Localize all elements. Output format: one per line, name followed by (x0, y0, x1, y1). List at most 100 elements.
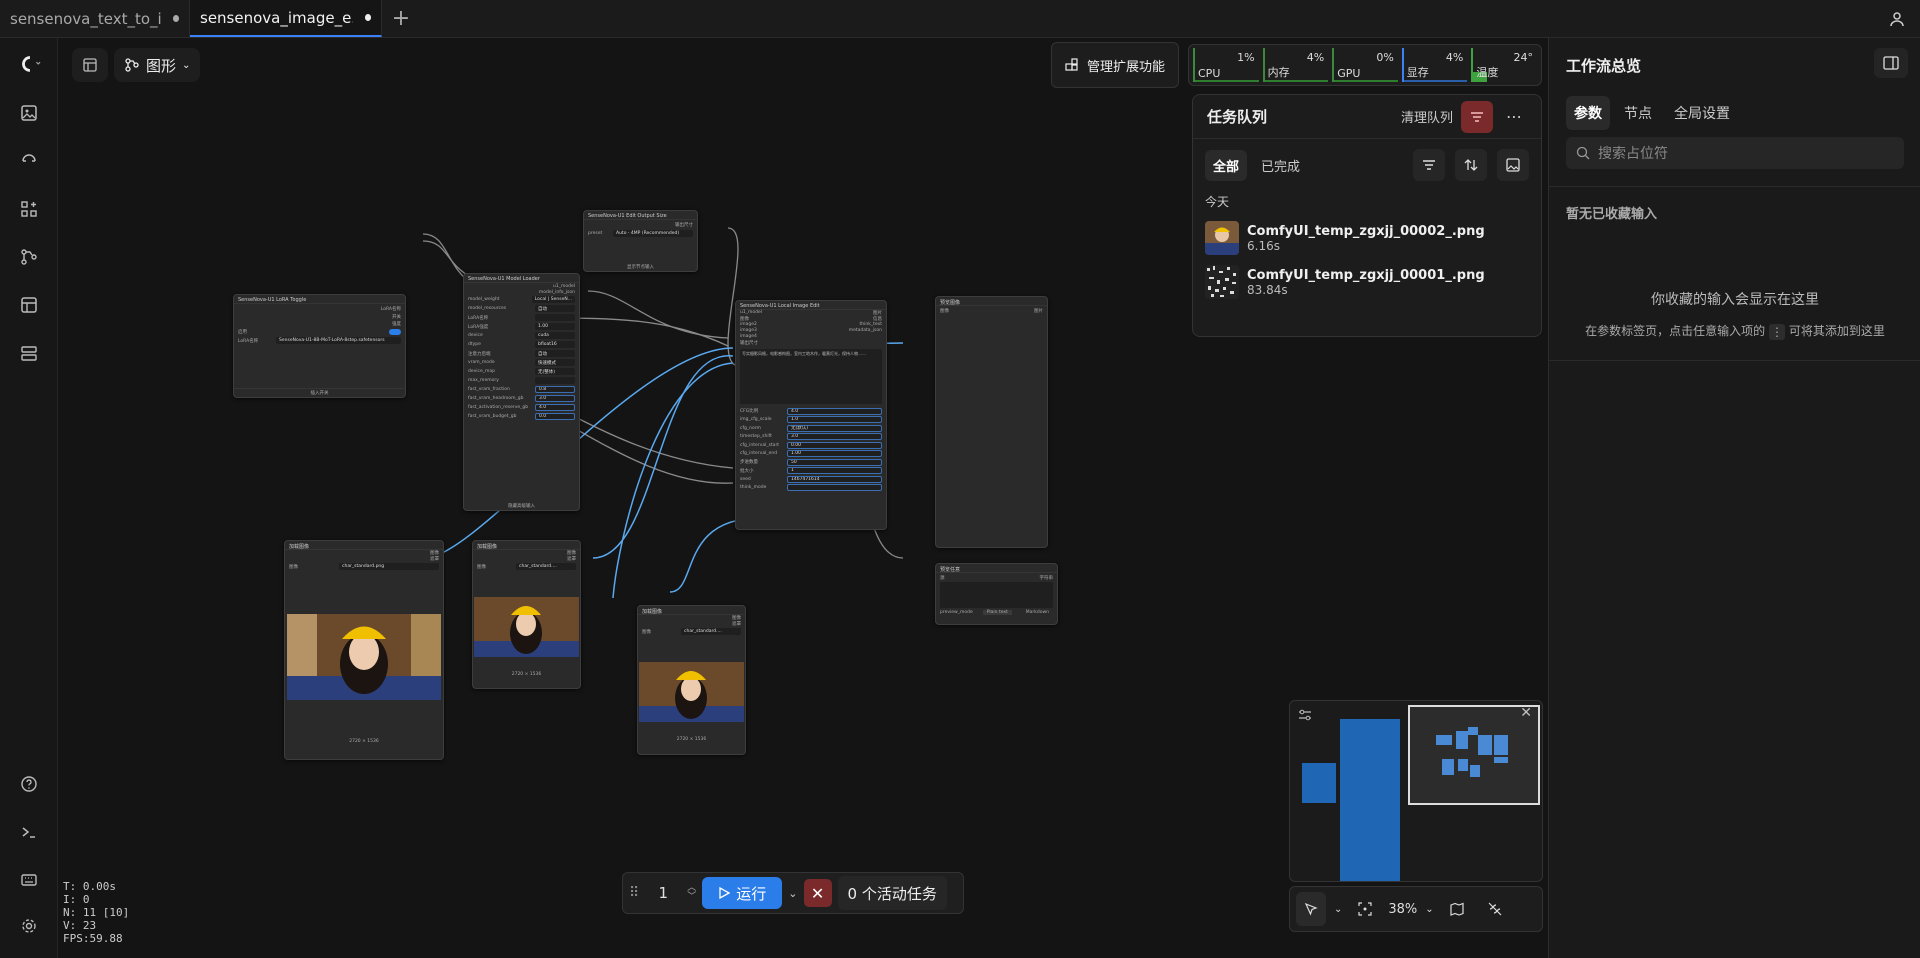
row-value[interactable]: 4.0 (535, 404, 575, 411)
tab-global-settings[interactable]: 全局设置 (1666, 96, 1738, 130)
more-options-icon[interactable]: ⋯ (1501, 107, 1527, 126)
row-value[interactable]: 0.00 (787, 441, 882, 449)
markdown-button[interactable]: Markdown (1022, 610, 1053, 615)
loader-param-row[interactable]: fast_vram_headroom_gb 3.0 (464, 394, 579, 403)
templates-icon[interactable] (17, 293, 41, 317)
terminal-icon[interactable] (17, 820, 41, 844)
node-load-image-3[interactable]: 加载图像 图像 遮罩 图像 char_standard.... 2720 × 15… (637, 605, 746, 755)
minimap-viewport[interactable] (1408, 705, 1540, 805)
filter-all-tab[interactable]: 全部 (1205, 149, 1248, 181)
row-value[interactable] (787, 484, 882, 492)
edit-param-row[interactable]: 步进数量 50 (736, 458, 886, 467)
minimap-settings-icon[interactable] (1298, 707, 1312, 726)
node-preview-any[interactable]: 预览任意 源 字符串 preview_mode Plain text Markdo… (935, 563, 1058, 625)
row-value[interactable]: 1.0 (787, 416, 882, 424)
apps-icon[interactable] (17, 341, 41, 365)
tab-workflow-2[interactable]: sensenova_image_e... (190, 0, 382, 37)
edit-param-row[interactable]: cfg_interval_start 0.00 (736, 441, 886, 450)
row-value[interactable] (535, 377, 575, 384)
clear-history-icon[interactable] (1461, 100, 1493, 133)
comfy-logo-icon[interactable] (17, 52, 41, 76)
edit-param-row[interactable]: 批大小 1 (736, 467, 886, 476)
node-footer[interactable]: 插入开关 (234, 388, 405, 397)
file-select-row[interactable]: 图像 char_standard.png (285, 562, 443, 571)
row-value[interactable]: 无(整体) (535, 368, 575, 375)
toggle-switch[interactable] (389, 328, 401, 335)
lora-select-row[interactable]: LoRA名称 SenseNova-U1-8B-MoT-LoRA-8step.saf… (234, 336, 405, 345)
gallery-icon[interactable] (1497, 149, 1529, 181)
images-icon[interactable] (17, 101, 41, 125)
run-options-chevron-icon[interactable]: ⌄ (788, 887, 797, 900)
enable-toggle-row[interactable]: 启用 (234, 327, 405, 336)
run-button[interactable]: 运行 (702, 877, 783, 909)
row-value[interactable]: 3.0 (535, 395, 575, 402)
sidebar-collapse-icon[interactable] (1874, 48, 1908, 78)
tab-workflow-1[interactable]: sensenova_text_to_i... (0, 0, 190, 37)
settings-gear-icon[interactable] (17, 914, 41, 938)
loader-param-row[interactable]: device cuda (464, 331, 579, 340)
node-load-image-1[interactable]: 加载图像 图像 遮罩 图像 char_standard.png 2720 × 15… (284, 540, 444, 760)
node-footer[interactable]: 隐藏高级输入 (464, 501, 579, 510)
sort-icon[interactable] (1455, 149, 1487, 181)
fit-view-icon[interactable] (1350, 892, 1380, 926)
graph-mode-button[interactable]: 图形 ⌄ (114, 48, 201, 82)
minimap[interactable]: ✕ (1289, 700, 1543, 882)
graph-canvas[interactable]: 图形 ⌄ 管理扩展功能 1% CPU 4% 内存 0% GPU 4% 显存 24° 温度 … (58, 38, 1548, 958)
edit-param-row[interactable]: cfg_interval_end 1.00 (736, 450, 886, 459)
row-value[interactable]: Local | SenseN... (531, 296, 575, 303)
row-value[interactable]: 3.0 (787, 433, 882, 441)
edit-param-row[interactable]: cfg_norm 无(默认) (736, 424, 886, 433)
edit-param-row[interactable]: think_mode (736, 484, 886, 493)
row-value[interactable]: Auto - 4MP (Recommended) (613, 230, 693, 237)
batch-stepper-icon[interactable]: ︿ ﹀ (687, 884, 696, 902)
row-value[interactable]: char_standard.... (516, 563, 576, 570)
row-value[interactable]: 50 (787, 458, 882, 466)
chevron-down-icon[interactable]: ⌄ (1425, 904, 1433, 915)
search-input[interactable]: 搜索占位符 (1566, 137, 1904, 169)
chevron-down-icon[interactable]: ⌄ (1334, 904, 1342, 915)
filter-completed-tab[interactable]: 已完成 (1253, 150, 1308, 181)
loader-param-row[interactable]: max_memory (464, 376, 579, 385)
user-icon[interactable] (1886, 8, 1908, 30)
tab-nodes[interactable]: 节点 (1616, 96, 1660, 130)
edit-param-row[interactable]: img_cfg_scale 1.0 (736, 416, 886, 425)
file-select-row[interactable]: 图像 char_standard.... (638, 627, 745, 636)
queue-item[interactable]: ComfyUI_temp_zgxjj_00002_.png 6.16s (1193, 216, 1541, 260)
row-value[interactable]: char_standard.... (681, 628, 741, 635)
row-value[interactable]: SenseNova-U1-8B-MoT-LoRA-8step.safetenso… (276, 337, 401, 344)
loader-param-row[interactable]: fast_activation_reserve_gb 4.0 (464, 403, 579, 412)
active-tasks-button[interactable]: 0 个活动任务 (837, 876, 947, 910)
panel-toggle-icon[interactable] (72, 48, 108, 82)
edit-param-row[interactable]: CFG比例 4.0 (736, 407, 886, 416)
loader-param-row[interactable]: 注意力后端 自动 (464, 349, 579, 358)
node-lora-toggle[interactable]: SenseNova-U1 LoRA Toggle LoRA名称 开关 强度 启用… (233, 294, 406, 398)
row-value[interactable]: 4.0 (787, 407, 882, 415)
file-select-row[interactable]: 图像 char_standard.... (473, 562, 580, 571)
node-model-loader[interactable]: SenseNova-U1 Model Loader u1_model model… (463, 273, 580, 511)
links-hidden-icon[interactable] (1480, 892, 1510, 926)
loader-param-row[interactable]: dtype bfloat16 (464, 340, 579, 349)
prompt-textarea[interactable]: 写实摄影风格，电影感构图，室内工地木作，暖黄灯光，保持人物…… (740, 349, 882, 404)
node-library-icon[interactable] (17, 197, 41, 221)
row-value[interactable]: char_standard.png (339, 563, 439, 570)
row-value[interactable]: 0.0 (535, 413, 575, 420)
row-value[interactable]: 1 (787, 467, 882, 475)
batch-count-input[interactable]: 1 (645, 884, 681, 902)
workflows-icon[interactable] (17, 245, 41, 269)
node-output-size[interactable]: SenseNova-U1 Edit Output Size 输出尺寸 prese… (583, 210, 698, 272)
edit-param-row[interactable]: timestep_shift 3.0 (736, 433, 886, 442)
loader-param-row[interactable]: fast_vram_budget_gb 0.0 (464, 412, 579, 421)
loader-param-row[interactable]: vram_mode 快速模式 (464, 358, 579, 367)
row-value[interactable]: cuda (535, 332, 575, 339)
select-tool-icon[interactable] (1296, 892, 1326, 926)
row-value[interactable]: 1.00 (787, 450, 882, 458)
queue-item[interactable]: ComfyUI_temp_zgxjj_00001_.png 83.84s (1193, 260, 1541, 304)
node-load-image-2[interactable]: 加载图像 图像 遮罩 图像 char_standard.... 2720 × 15… (472, 540, 581, 689)
model-library-icon[interactable] (17, 149, 41, 173)
loader-param-row[interactable]: LoRA名称 (464, 313, 579, 322)
filter-icon[interactable] (1413, 149, 1445, 181)
node-preview-image[interactable]: 预览图像 图像 图片 (935, 296, 1048, 548)
loader-param-row[interactable]: device_map 无(整体) (464, 367, 579, 376)
edit-param-row[interactable]: seed 1467471614 (736, 475, 886, 484)
clear-queue-button[interactable]: 清理队列 (1401, 107, 1453, 126)
